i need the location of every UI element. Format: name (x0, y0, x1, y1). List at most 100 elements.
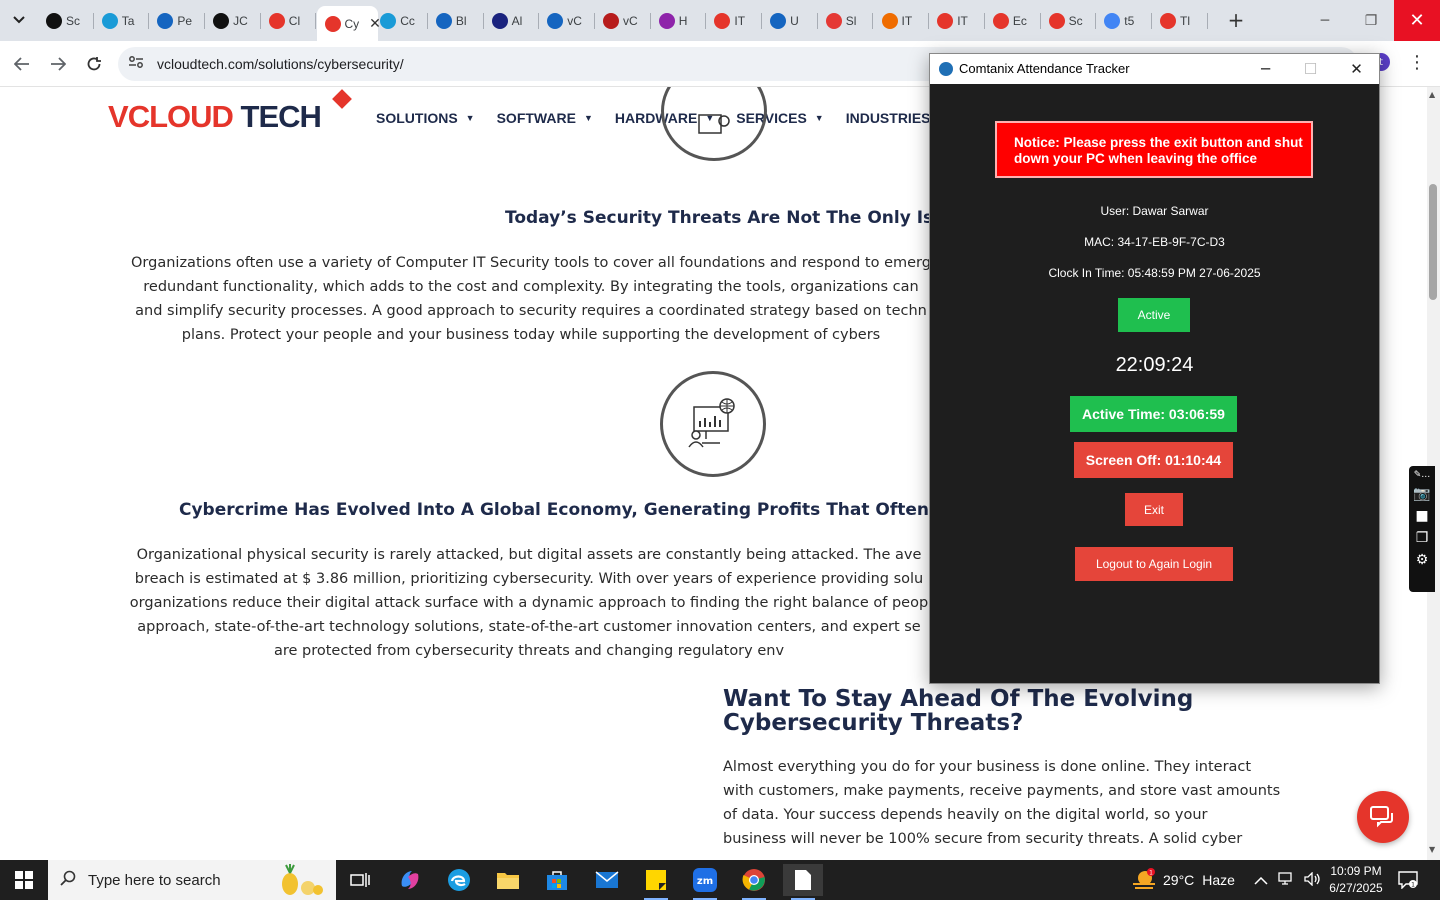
mail-app[interactable] (587, 864, 627, 896)
paragraph-line: breach is estimated at $ 3.86 million, p… (134, 571, 924, 587)
search-placeholder: Type here to search (88, 872, 221, 889)
zoom-app[interactable]: zm (685, 864, 725, 900)
nav-item-software[interactable]: SOFTWARE ▼ (497, 110, 593, 126)
browser-tab[interactable]: t5 (1096, 6, 1152, 35)
browser-tab[interactable]: Cl (261, 6, 317, 35)
nav-item-solutions[interactable]: SOLUTIONS ▼ (376, 110, 475, 126)
scrollbar-thumb[interactable] (1429, 184, 1437, 300)
paragraph-line: are protected from cybersecurity threats… (273, 643, 785, 659)
browser-menu-icon[interactable]: ⋮ (1408, 52, 1426, 73)
browser-tab[interactable]: Sc (38, 6, 94, 35)
tab-search-button[interactable] (6, 7, 32, 33)
notification-icon: 1 (1398, 871, 1418, 889)
browser-tab[interactable]: H (651, 6, 707, 35)
browser-tab[interactable]: IT (874, 6, 930, 35)
forward-button[interactable] (44, 50, 72, 78)
logout-button[interactable]: Logout to Again Login (1075, 547, 1233, 581)
restore-window-button[interactable]: ❐ (1348, 0, 1394, 41)
active-time-button[interactable]: Active Time: 03:06:59 (1070, 396, 1237, 432)
camera-icon[interactable]: 📷 (1413, 486, 1430, 502)
tracker-maximize-button[interactable]: ☐ (1288, 54, 1333, 84)
browser-tab[interactable]: Bl (428, 6, 484, 35)
chat-bubbles-icon (1370, 806, 1393, 828)
browser-tab[interactable]: IT (929, 6, 985, 35)
taskbar-date: 6/27/2025 (1329, 881, 1383, 895)
url-text: vcloudtech.com/solutions/cybersecurity/ (157, 56, 404, 72)
capture-toolbar: ✎… 📷 ■ ❐ ⚙ (1409, 466, 1435, 592)
tracker-titlebar[interactable]: Comtanix Attendance Tracker ─ ☐ ✕ (930, 54, 1379, 84)
tab-favicon-icon (714, 12, 731, 29)
copilot-icon (401, 871, 419, 889)
tab-title: Cy (344, 16, 360, 31)
copilot-app[interactable] (390, 864, 430, 896)
chevron-down-icon (13, 16, 25, 24)
browser-tab[interactable]: Sc (1041, 6, 1097, 35)
taskbar-search-box[interactable]: Type here to search (48, 860, 336, 900)
tab-title: Tl (1180, 13, 1190, 28)
browser-tab[interactable]: JC (205, 6, 261, 35)
browser-tab[interactable]: IT (706, 6, 763, 35)
tab-title: Al (511, 13, 523, 28)
tracker-minimize-button[interactable]: ─ (1243, 54, 1288, 84)
chrome-app[interactable] (734, 864, 774, 900)
notepad-app[interactable] (783, 864, 823, 900)
chrome-icon (742, 869, 765, 891)
browser-tab[interactable]: vC (595, 6, 651, 35)
taskbar-clock[interactable]: 10:09 PM 6/27/2025 (1318, 863, 1394, 897)
tab-favicon-icon (881, 12, 898, 29)
minimize-window-button[interactable]: ─ (1302, 0, 1348, 41)
file-explorer-app[interactable] (488, 864, 528, 896)
close-window-button[interactable]: ✕ (1394, 0, 1440, 41)
scroll-down-arrow-icon[interactable]: ▼ (1429, 845, 1435, 854)
sticky-note-icon (646, 870, 666, 890)
gear-icon[interactable]: ⚙ (1416, 552, 1429, 568)
network-icon[interactable] (1278, 871, 1296, 889)
browser-tab[interactable]: Tl (1152, 6, 1208, 35)
back-button[interactable] (8, 50, 36, 78)
browser-tab[interactable]: U (762, 6, 818, 35)
section-paragraph-cybercrime: Organizational physical security is rare… (128, 543, 930, 663)
weather-widget[interactable]: 1 29°C Haze (1131, 860, 1235, 900)
tracker-close-button[interactable]: ✕ (1334, 54, 1379, 84)
pen-icon[interactable]: ✎… (1414, 470, 1431, 480)
logo-diamond-icon (332, 89, 352, 109)
browser-tab[interactable]: Sl (818, 6, 874, 35)
tab-title: Pe (177, 13, 193, 28)
zoom-icon: zm (693, 868, 717, 892)
browser-tab[interactable]: Cc (372, 6, 428, 35)
windows-icon[interactable]: ❐ (1416, 530, 1429, 546)
site-settings-icon[interactable] (128, 55, 144, 73)
browser-tab[interactable]: vC (539, 6, 595, 35)
show-hidden-icons-chevron-icon[interactable] (1254, 872, 1268, 888)
tab-separator (1206, 13, 1208, 29)
status-active-button[interactable]: Active (1118, 298, 1190, 332)
paragraph-line: Almost everything you do for your busine… (723, 759, 1252, 775)
browser-tab[interactable]: Ec (985, 6, 1041, 35)
site-logo[interactable]: VCLOUD TECH (108, 99, 322, 135)
tab-favicon-icon (770, 12, 787, 29)
browser-tab[interactable]: Al (484, 6, 540, 35)
exit-button[interactable]: Exit (1125, 493, 1183, 526)
tab-title: vC (567, 13, 582, 28)
caret-down-icon: ▼ (465, 113, 475, 123)
browser-tab[interactable]: Ta (94, 6, 150, 35)
edge-icon (448, 869, 470, 891)
start-button[interactable] (0, 860, 48, 900)
task-view-button[interactable] (340, 864, 380, 896)
action-center-button[interactable]: 1 (1398, 860, 1418, 900)
store-app[interactable] (537, 864, 577, 896)
browser-tab[interactable]: Cy ✕ (316, 6, 381, 41)
forward-arrow-icon (51, 57, 66, 71)
mail-icon (595, 871, 619, 888)
reload-button[interactable] (80, 50, 108, 78)
tab-favicon-icon (992, 12, 1009, 29)
new-tab-button[interactable]: + (1224, 8, 1248, 32)
screen-off-button[interactable]: Screen Off: 01:10:44 (1074, 442, 1233, 478)
sticky-notes-app[interactable] (636, 864, 676, 900)
browser-tab[interactable]: Pe (149, 6, 206, 35)
scroll-up-arrow-icon[interactable]: ▲ (1429, 90, 1435, 99)
tab-favicon-icon (324, 15, 341, 32)
video-camera-icon[interactable]: ■ (1415, 508, 1428, 524)
chat-button[interactable] (1357, 791, 1409, 843)
edge-app[interactable] (439, 864, 479, 896)
